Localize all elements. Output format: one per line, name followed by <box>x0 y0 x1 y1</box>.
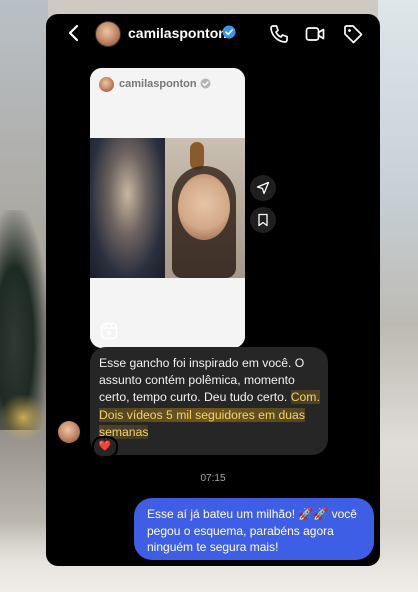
received-message-part: Esse gancho foi inspirado em você. O ass… <box>99 356 305 405</box>
shared-reel-post[interactable]: camilasponton <box>90 68 245 348</box>
background-lights <box>0 395 46 440</box>
sent-message-text: Esse aí já bateu um milhão! 🚀🚀 você pego… <box>147 507 357 554</box>
heart-reaction-icon[interactable]: ❤️ <box>92 436 118 458</box>
sender-avatar[interactable] <box>58 421 80 443</box>
save-button[interactable] <box>250 207 276 233</box>
share-icon <box>256 181 270 195</box>
video-camera-icon[interactable] <box>304 23 326 45</box>
sent-message-bubble[interactable]: Esse aí já bateu um milhão! 🚀🚀 você pego… <box>134 498 374 560</box>
tag-icon[interactable] <box>342 23 364 45</box>
avatar[interactable] <box>95 21 121 47</box>
chat-username[interactable]: camilasponton <box>128 25 227 41</box>
reels-icon <box>100 322 118 340</box>
chat-header: camilasponton <box>46 14 380 52</box>
verified-badge-icon <box>200 78 211 89</box>
received-message-bubble[interactable]: Esse gancho foi inspirado em você. O ass… <box>90 347 328 455</box>
verified-badge-icon <box>222 25 236 39</box>
media-left-frame <box>90 138 165 278</box>
phone-icon[interactable] <box>268 23 290 45</box>
post-header: camilasponton <box>90 68 245 138</box>
received-message-text: Esse gancho foi inspirado em você. O ass… <box>99 355 325 441</box>
post-footer <box>90 278 245 348</box>
save-bookmark-icon <box>258 213 268 227</box>
post-avatar <box>99 77 114 92</box>
person-face <box>178 174 230 240</box>
post-username: camilasponton <box>119 78 197 90</box>
post-media-thumbnail[interactable] <box>90 138 245 278</box>
back-chevron-icon[interactable] <box>64 23 84 43</box>
background-room-right <box>378 0 418 592</box>
share-button[interactable] <box>250 175 276 201</box>
message-timestamp: 07:15 <box>200 473 226 484</box>
chat-panel: camilasponton camilasponton Esse gancho … <box>46 14 380 566</box>
